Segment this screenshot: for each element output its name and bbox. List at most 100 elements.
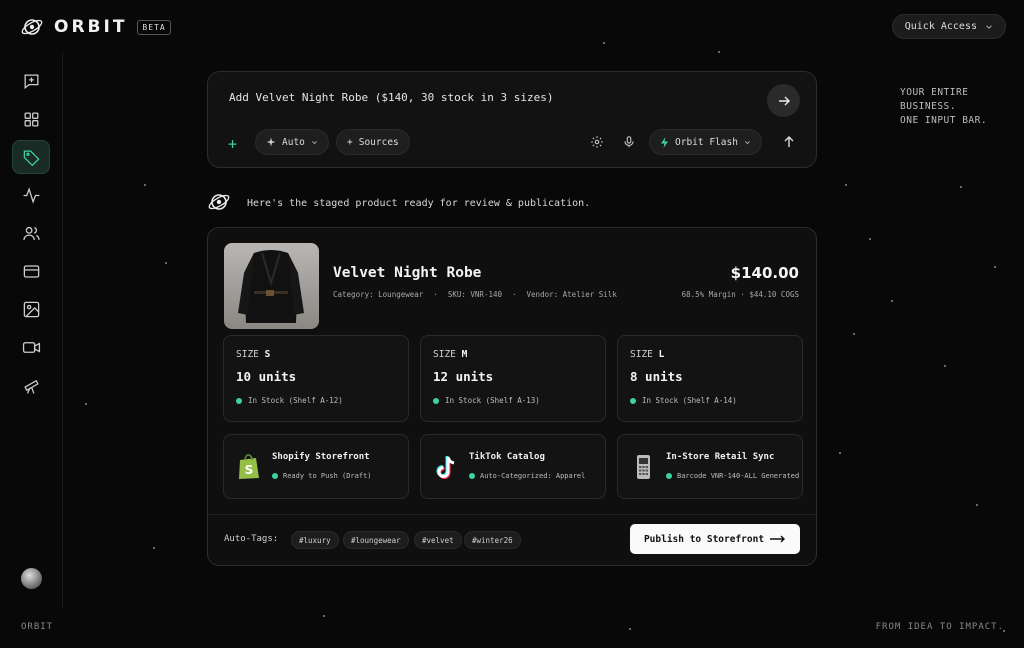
chevron-down-icon bbox=[744, 140, 750, 144]
sidebar-item-customers[interactable] bbox=[12, 216, 50, 250]
size-card-s[interactable]: SIZE S 10 units In Stock (Shelf A-12) bbox=[223, 335, 409, 422]
grid-icon bbox=[24, 112, 38, 126]
status-dot bbox=[630, 397, 636, 404]
stock-status: In Stock (Shelf A-12) bbox=[236, 396, 343, 405]
lightning-icon bbox=[661, 136, 668, 148]
sidebar-item-analytics[interactable] bbox=[12, 178, 50, 212]
tagline: YOUR ENTIRE BUSINESS. ONE INPUT BAR. bbox=[900, 86, 987, 128]
add-attachment-button[interactable]: + bbox=[228, 135, 237, 153]
tag-chip[interactable]: #loungewear bbox=[343, 531, 409, 549]
channel-status: Ready to Push (Draft) bbox=[272, 472, 372, 480]
chat-plus-icon bbox=[24, 74, 38, 89]
orbit-logo-icon bbox=[21, 19, 43, 35]
sources-button[interactable]: + Sources bbox=[336, 129, 410, 155]
status-dot bbox=[236, 397, 242, 404]
stock-status: In Stock (Shelf A-13) bbox=[433, 396, 540, 405]
pos-terminal-icon bbox=[637, 455, 650, 479]
size-card-m[interactable]: SIZE M 12 units In Stock (Shelf A-13) bbox=[420, 335, 606, 422]
sidebar-item-video[interactable] bbox=[12, 330, 50, 364]
plus-icon: + bbox=[347, 136, 353, 148]
sources-label: Sources bbox=[358, 136, 399, 148]
arrow-up-icon[interactable] bbox=[782, 135, 796, 149]
publish-label: Publish to Storefront bbox=[643, 533, 765, 545]
app-name: ORBIT bbox=[54, 17, 128, 37]
beta-badge: BETA bbox=[137, 19, 171, 35]
credit-card-icon bbox=[23, 264, 39, 278]
status-dot bbox=[469, 473, 475, 479]
prompt-input[interactable]: Add Velvet Night Robe ($140, 30 stock in… bbox=[229, 91, 554, 104]
size-units: 12 units bbox=[433, 369, 494, 384]
channel-title: TikTok Catalog bbox=[469, 452, 545, 462]
gear-icon[interactable] bbox=[590, 135, 604, 149]
channel-status: Barcode VNR-140-ALL Generated bbox=[666, 472, 799, 480]
product-title: Velvet Night Robe bbox=[333, 265, 482, 281]
channel-tiktok[interactable]: TikTok Catalog Auto-Categorized: Apparel bbox=[420, 434, 606, 499]
sidebar-item-new-chat[interactable] bbox=[12, 64, 50, 98]
status-dot bbox=[433, 397, 439, 404]
sidebar-item-explore[interactable] bbox=[12, 368, 50, 402]
separator-dot: · bbox=[512, 290, 517, 299]
separator-dot: · bbox=[433, 290, 438, 299]
mode-label: Auto bbox=[282, 136, 305, 148]
channel-shopify[interactable]: S Shopify Storefront Ready to Push (Draf… bbox=[223, 434, 409, 499]
robe-image bbox=[238, 250, 304, 323]
sidebar-item-products[interactable] bbox=[12, 140, 50, 174]
avatar[interactable] bbox=[21, 568, 42, 589]
status-dot bbox=[666, 473, 672, 479]
command-input-bar: Add Velvet Night Robe ($140, 30 stock in… bbox=[207, 71, 817, 168]
divider bbox=[208, 514, 816, 515]
app-logo[interactable]: ORBIT BETA bbox=[20, 15, 171, 39]
tag-chip[interactable]: #winter26 bbox=[464, 531, 521, 549]
product-margin: 68.5% Margin · $44.10 COGS bbox=[681, 290, 799, 299]
sidebar bbox=[0, 52, 63, 608]
publish-button[interactable]: Publish to Storefront bbox=[630, 524, 800, 554]
tagline-line: BUSINESS. bbox=[900, 101, 956, 112]
size-units: 8 units bbox=[630, 369, 683, 384]
size-units: 10 units bbox=[236, 369, 297, 384]
product-price: $140.00 bbox=[730, 264, 799, 282]
svg-text:S: S bbox=[245, 463, 254, 477]
model-selector[interactable]: Orbit Flash bbox=[649, 129, 762, 155]
footer-brand: ORBIT bbox=[21, 622, 54, 632]
size-label: SIZE L bbox=[630, 349, 665, 360]
product-image bbox=[224, 243, 319, 329]
size-card-l[interactable]: SIZE L 8 units In Stock (Shelf A-14) bbox=[617, 335, 803, 422]
tag-chip[interactable]: #velvet bbox=[414, 531, 462, 549]
product-card: Velvet Night Robe $140.00 Category: Loun… bbox=[207, 227, 817, 566]
chevron-down-icon bbox=[986, 24, 992, 29]
sidebar-item-media[interactable] bbox=[12, 292, 50, 326]
size-label: SIZE S bbox=[236, 349, 271, 360]
sidebar-item-dashboard[interactable] bbox=[12, 102, 50, 136]
telescope-icon bbox=[23, 379, 39, 394]
channel-status: Auto-Categorized: Apparel bbox=[469, 472, 585, 480]
footer-slogan: FROM IDEA TO IMPACT. bbox=[875, 622, 1004, 632]
users-icon bbox=[22, 226, 40, 240]
auto-tags-label: Auto-Tags: bbox=[224, 534, 279, 544]
sparkle-icon bbox=[266, 137, 276, 147]
size-label: SIZE M bbox=[433, 349, 468, 360]
sidebar-item-payments[interactable] bbox=[12, 254, 50, 288]
tag-icon bbox=[23, 150, 40, 166]
microphone-icon[interactable] bbox=[622, 135, 636, 149]
product-vendor: Vendor: Atelier Silk bbox=[526, 290, 617, 299]
send-button[interactable] bbox=[767, 84, 800, 117]
mode-selector[interactable]: Auto bbox=[255, 129, 329, 155]
product-meta: Category: Loungewear · SKU: VNR-140 · Ve… bbox=[333, 290, 617, 299]
stock-status: In Stock (Shelf A-14) bbox=[630, 396, 737, 405]
channel-title: Shopify Storefront bbox=[272, 452, 370, 462]
tag-chip[interactable]: #luxury bbox=[291, 531, 339, 549]
image-icon bbox=[23, 301, 39, 317]
quick-access-button[interactable]: Quick Access bbox=[891, 14, 1006, 39]
assistant-avatar-icon bbox=[208, 194, 230, 210]
assistant-message: Here's the staged product ready for revi… bbox=[247, 198, 591, 209]
model-label: Orbit Flash bbox=[675, 136, 738, 148]
status-dot bbox=[272, 473, 278, 479]
product-category: Category: Loungewear bbox=[333, 290, 424, 299]
quick-access-label: Quick Access bbox=[904, 21, 977, 32]
video-icon bbox=[22, 341, 40, 353]
activity-icon bbox=[23, 186, 39, 204]
product-sku: SKU: VNR-140 bbox=[447, 290, 503, 299]
channel-in-store[interactable]: In-Store Retail Sync Barcode VNR-140-ALL… bbox=[617, 434, 803, 499]
tagline-line: YOUR ENTIRE bbox=[900, 87, 969, 98]
long-arrow-right-icon bbox=[770, 535, 786, 543]
